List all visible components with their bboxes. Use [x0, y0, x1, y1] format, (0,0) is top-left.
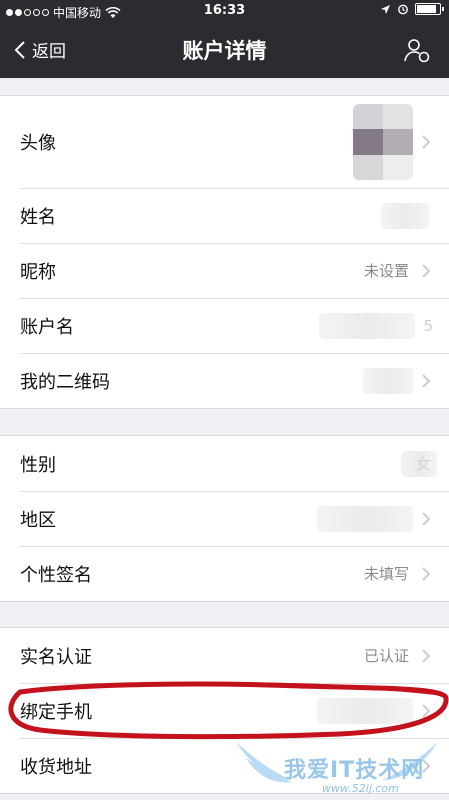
redacted-value — [319, 312, 415, 339]
page-title: 账户详情 — [182, 39, 267, 63]
chevron-left-icon — [14, 40, 25, 59]
qr-code-icon — [363, 367, 413, 394]
account-info-group: 头像 姓名 昵称 未设置 账户名 5 我的二维码 — [0, 95, 449, 409]
nickname-row[interactable]: 昵称 未设置 — [0, 243, 449, 298]
gender-row[interactable]: 性别 女 — [0, 436, 449, 491]
profile-switch-icon[interactable] — [403, 36, 431, 64]
alarm-icon — [398, 4, 408, 15]
row-label: 性别 — [20, 454, 56, 476]
navigation-bar: 返回 账户详情 — [0, 22, 449, 78]
account-name-row[interactable]: 账户名 5 — [0, 298, 449, 353]
back-button[interactable]: 返回 — [14, 37, 66, 62]
status-right — [380, 3, 444, 15]
row-label: 收货地址 — [20, 756, 92, 778]
chevron-right-icon — [422, 263, 431, 278]
battery-icon — [415, 3, 444, 15]
row-value: 未设置 — [363, 262, 409, 280]
chevron-right-icon — [422, 703, 431, 718]
row-label: 账户名 — [20, 316, 74, 338]
redacted-value — [381, 202, 429, 229]
avatar-row[interactable]: 头像 — [0, 96, 449, 188]
row-label: 我的二维码 — [20, 371, 110, 393]
row-label: 头像 — [20, 133, 56, 154]
row-label: 实名认证 — [20, 646, 92, 668]
avatar — [353, 104, 413, 180]
row-label: 个性签名 — [20, 564, 92, 586]
status-bar: 中国移动 16:33 — [0, 0, 449, 22]
row-value: 5 — [423, 316, 433, 335]
region-row[interactable]: 地区 — [0, 491, 449, 546]
row-label: 姓名 — [20, 206, 56, 228]
name-row[interactable]: 姓名 — [0, 188, 449, 243]
bind-phone-row[interactable]: 绑定手机 — [0, 683, 449, 738]
row-value: 未填写 — [363, 565, 409, 583]
chevron-right-icon — [422, 648, 431, 663]
real-name-auth-row[interactable]: 实名认证 已认证 — [0, 628, 449, 683]
location-icon — [381, 4, 390, 14]
chevron-right-icon — [422, 566, 431, 581]
redacted-value — [317, 697, 413, 724]
chevron-right-icon — [422, 373, 431, 388]
row-label: 绑定手机 — [20, 701, 92, 723]
row-label: 昵称 — [20, 261, 56, 283]
chevron-right-icon — [422, 511, 431, 526]
personal-info-group: 性别 女 地区 个性签名 未填写 — [0, 435, 449, 602]
watermark-url: www.52ij.com — [322, 782, 399, 795]
row-value: 女 — [415, 455, 431, 473]
watermark-text: 我爱IT技术网 — [284, 758, 425, 783]
signature-row[interactable]: 个性签名 未填写 — [0, 546, 449, 601]
qr-code-row[interactable]: 我的二维码 — [0, 353, 449, 408]
row-value: 已认证 — [363, 647, 409, 665]
redacted-value — [317, 505, 413, 532]
chevron-right-icon — [422, 135, 431, 149]
back-label: 返回 — [32, 42, 66, 62]
row-label: 地区 — [20, 509, 56, 531]
